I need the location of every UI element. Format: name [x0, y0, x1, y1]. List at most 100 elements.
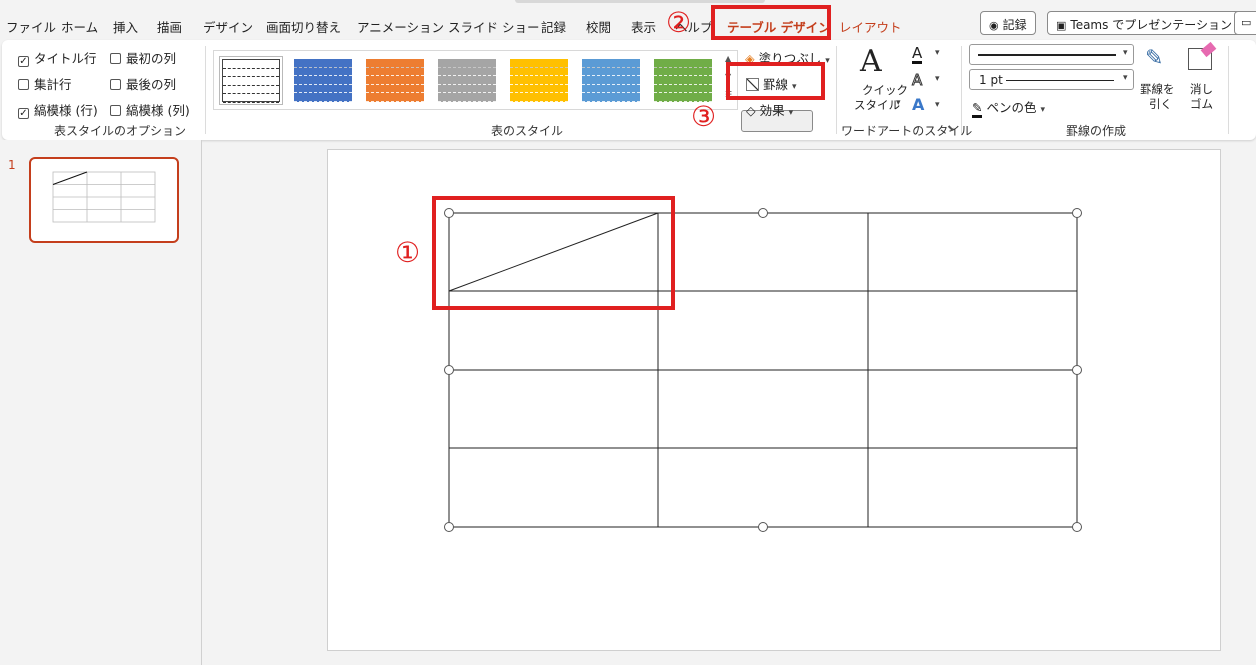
- swatch-row: [366, 93, 424, 102]
- eraser-icon[interactable]: [1188, 41, 1217, 70]
- tab-transitions[interactable]: 画面切り替え: [266, 17, 341, 36]
- table-style-swatch-orange[interactable]: [366, 59, 424, 102]
- swatch-row: [510, 93, 568, 102]
- swatch-row: [582, 93, 640, 102]
- group-separator: [205, 46, 206, 134]
- pen-style-dropdown[interactable]: ▾: [969, 44, 1134, 65]
- swatch-row: [438, 85, 496, 94]
- tab-layout[interactable]: レイアウト: [839, 17, 902, 36]
- tab-review[interactable]: 校閲: [586, 17, 611, 36]
- table-style-swatch-plain[interactable]: [219, 56, 283, 105]
- text-fill-icon[interactable]: A: [912, 45, 923, 64]
- quick-styles-label[interactable]: クイック: [862, 82, 908, 98]
- draw-table-label[interactable]: 罫線を: [1140, 81, 1175, 97]
- banded-rows-checkbox[interactable]: ✓ 縞模様 (行): [18, 100, 98, 119]
- chevron-down-icon: ▾: [935, 74, 940, 84]
- draw-table-label[interactable]: 引く: [1149, 96, 1172, 112]
- last-column-checkbox[interactable]: 最後の列: [110, 74, 176, 93]
- first-column-checkbox[interactable]: 最初の列: [110, 48, 176, 67]
- swatch-row: [582, 68, 640, 77]
- swatch-row: [438, 59, 496, 68]
- swatch-row: [294, 68, 352, 77]
- total-row-checkbox[interactable]: 集計行: [18, 74, 72, 93]
- tab-home[interactable]: ホーム: [61, 17, 98, 36]
- tab-design[interactable]: デザイン: [203, 17, 253, 36]
- group-separator: [961, 46, 962, 134]
- swatch-row: [510, 59, 568, 68]
- comment-icon: ▭: [1241, 16, 1252, 29]
- effects-button[interactable]: ◇ 効果 ▾: [746, 100, 793, 119]
- tab-view[interactable]: 表示: [631, 17, 656, 36]
- swatch-row: [438, 76, 496, 85]
- dialog-launcher-icon[interactable]: ⬊: [947, 124, 955, 134]
- chevron-down-icon: ▾: [1040, 105, 1045, 115]
- table-style-swatch-green[interactable]: [654, 59, 712, 102]
- swatch-row: [366, 59, 424, 68]
- draw-borders-group-label: 罫線の作成: [1066, 124, 1127, 138]
- eraser-label[interactable]: ゴム: [1190, 96, 1213, 112]
- quick-styles-icon: A: [860, 44, 882, 79]
- tab-file[interactable]: ファイル: [6, 17, 56, 36]
- group-separator: [836, 46, 837, 134]
- swatch-row: [582, 59, 640, 68]
- table-styles-group-label: 表のスタイル: [491, 124, 564, 138]
- effects-icon: ◇: [746, 103, 756, 118]
- annotation-1: ①: [395, 236, 421, 269]
- swatch-row: [223, 60, 279, 69]
- chevron-down-icon: ▾: [825, 56, 830, 66]
- record-button[interactable]: ◉ 記録: [980, 11, 1036, 35]
- draw-table-icon[interactable]: ✎: [1145, 46, 1163, 71]
- tab-slideshow[interactable]: スライド ショー: [448, 17, 539, 36]
- swatch-row: [294, 93, 352, 102]
- swatch-row: [223, 69, 279, 78]
- swatch-row: [510, 85, 568, 94]
- table-style-swatch-lightblue[interactable]: [582, 59, 640, 102]
- swatch-row: [510, 68, 568, 77]
- menu-bar: ファイル ホーム 挿入 描画 デザイン 画面切り替え アニメーション スライド …: [0, 0, 1256, 40]
- tab-animations[interactable]: アニメーション: [357, 17, 444, 36]
- chevron-down-icon: ▾: [1123, 48, 1128, 58]
- annotation-highlight-1: [432, 196, 675, 310]
- chevron-down-icon: ▾: [935, 100, 940, 110]
- slide-number: 1: [8, 158, 16, 172]
- pen-color-button[interactable]: ✎ ペンの色 ▾: [972, 97, 1045, 118]
- table-style-swatch-blue[interactable]: [294, 59, 352, 102]
- swatch-row: [654, 59, 712, 68]
- tab-draw[interactable]: 描画: [157, 17, 182, 36]
- quick-styles-label[interactable]: スタイル: [854, 97, 900, 113]
- swatch-row: [294, 85, 352, 94]
- teams-icon: ▣: [1056, 19, 1067, 32]
- annotation-3: ③: [691, 100, 717, 133]
- present-in-teams-button[interactable]: ▣ Teams でプレゼンテーション: [1047, 11, 1241, 35]
- pen-weight-line: [1006, 80, 1114, 81]
- pen-weight-dropdown[interactable]: 1 pt ▾: [969, 69, 1134, 90]
- swatch-row: [654, 85, 712, 94]
- slide-thumbnail[interactable]: [29, 157, 179, 243]
- annotation-highlight-2: [711, 5, 831, 40]
- table-style-swatch-gray[interactable]: [438, 59, 496, 102]
- header-row-checkbox[interactable]: ✓ タイトル行: [18, 48, 97, 67]
- pen-icon: ✎: [972, 100, 983, 118]
- swatch-row: [366, 76, 424, 85]
- banded-columns-checkbox[interactable]: 縞模様 (列): [110, 100, 190, 119]
- comment-button[interactable]: ▭: [1234, 11, 1256, 35]
- thumbnail-table-preview: [52, 171, 156, 223]
- swatch-row: [582, 76, 640, 85]
- eraser-label[interactable]: 消し: [1190, 81, 1213, 97]
- pen-style-line: [978, 54, 1116, 56]
- annotation-highlight-3: [726, 62, 825, 100]
- tab-record[interactable]: 記録: [541, 17, 566, 36]
- chevron-down-icon: ▾: [788, 108, 794, 118]
- tab-insert[interactable]: 挿入: [113, 17, 138, 36]
- swatch-row: [223, 77, 279, 86]
- table-style-swatch-gold[interactable]: [510, 59, 568, 102]
- swatch-row: [582, 85, 640, 94]
- table-style-options-group-label: 表スタイルのオプション: [54, 124, 187, 138]
- chevron-down-icon: ▾: [935, 48, 940, 58]
- text-effects-icon[interactable]: A: [912, 97, 924, 113]
- swatch-row: [654, 76, 712, 85]
- swatch-row: [438, 68, 496, 77]
- text-outline-icon[interactable]: A: [911, 72, 922, 89]
- swatch-row: [654, 68, 712, 77]
- annotation-2: ②: [666, 6, 692, 39]
